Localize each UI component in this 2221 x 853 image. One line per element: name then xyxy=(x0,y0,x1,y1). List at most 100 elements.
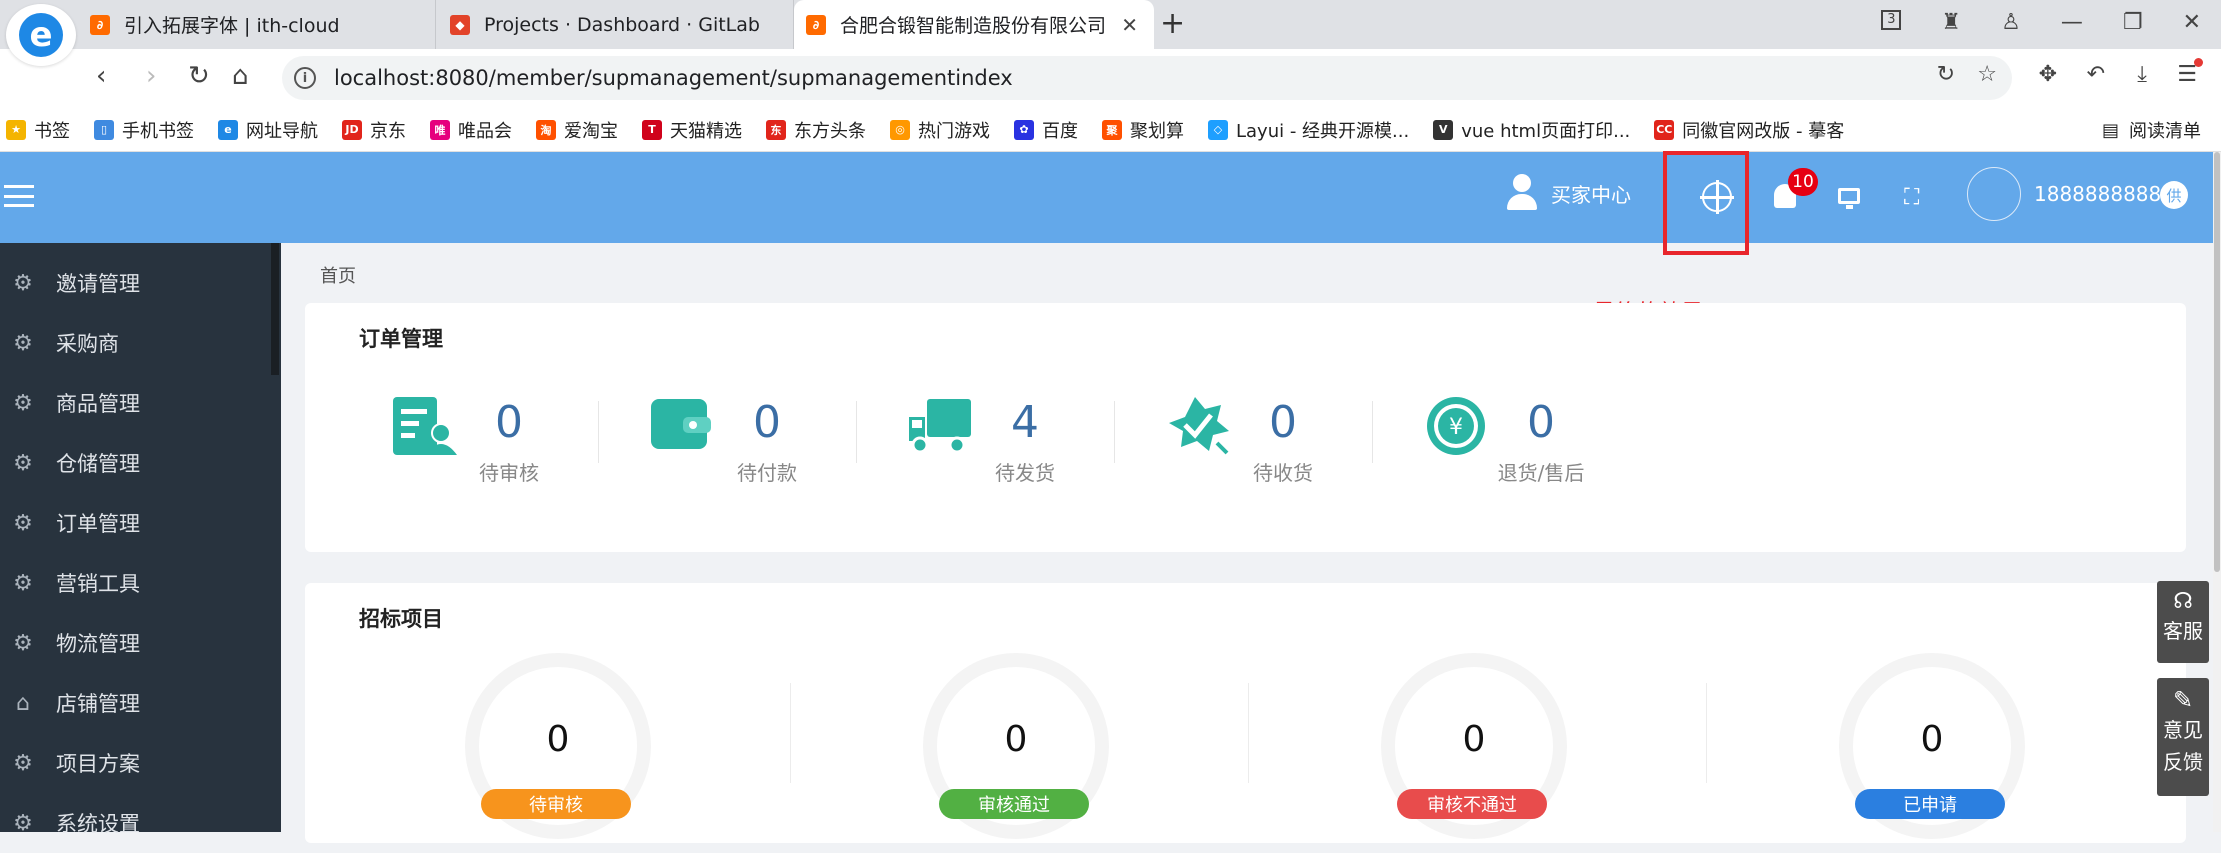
bookmarks-bar: ★ 书签 ▯ 手机书签 e 网址导航 JD 京东唯唯品会淘爱淘宝 T 天猫精选东东方头条 ◎ 热门游戏… xyxy=(0,108,2221,152)
monitor-icon[interactable] xyxy=(1838,188,1860,209)
sidebar-item-label: 邀请管理 xyxy=(56,272,140,296)
skin-icon[interactable]: ♙ xyxy=(2001,10,2021,35)
bookmark-item[interactable]: CC 同徽官网改版 - 摹客 xyxy=(1654,117,1844,143)
translate-icon[interactable]: ↻ xyxy=(1937,62,1955,87)
new-tab-button[interactable]: + xyxy=(1160,6,1185,41)
headset-icon: ☊ xyxy=(2173,589,2193,614)
tab-count-icon[interactable]: 3 xyxy=(1881,10,1902,30)
feedback-button[interactable]: ✎ 意见 反馈 xyxy=(2157,678,2209,796)
role-badge: 供 xyxy=(2160,181,2188,209)
breadcrumb[interactable]: 首页 xyxy=(320,262,356,288)
bookmark-label: vue html页面打印... xyxy=(1461,120,1631,142)
forward-icon[interactable]: › xyxy=(146,61,156,91)
home-icon: ⌂ xyxy=(16,690,30,716)
sidebar: ⚙ 邀请管理 ⚙ 采购商 ⚙ 商品管理 ⚙ 仓储管理 ⚙ 订单管理 ⚙ 营销工具 ⚙ 物流管理 ⌂ 店铺管理 ⚙… xyxy=(0,243,281,836)
window-close-icon[interactable]: ✕ xyxy=(2183,10,2201,35)
stat-divider xyxy=(856,401,857,463)
bookmark-item[interactable]: 淘爱淘宝 xyxy=(536,117,618,143)
sidebar-item[interactable]: ⚙ 仓储管理 xyxy=(0,433,270,493)
gear-icon: ⚙ xyxy=(13,570,33,596)
bookmark-item[interactable]: ✿ 百度 xyxy=(1014,117,1078,143)
sidebar-item[interactable]: ⚙ 采购商 xyxy=(0,313,270,373)
minimize-icon[interactable]: — xyxy=(2061,10,2083,35)
gauge-divider xyxy=(1706,683,1707,783)
bookmark-item[interactable]: e 网址导航 xyxy=(218,117,318,143)
back-icon[interactable]: ‹ xyxy=(96,61,106,91)
bookmark-item[interactable]: 聚聚划算 xyxy=(1102,117,1184,143)
review-icon xyxy=(391,395,457,457)
extensions-icon[interactable]: ✥ xyxy=(2039,62,2057,87)
tab-ith-cloud[interactable]: ∂ 引入拓展字体 | ith-cloud xyxy=(60,0,436,49)
download-icon[interactable]: ⤓ xyxy=(2137,62,2147,87)
bookmark-item[interactable]: ◎ 热门游戏 xyxy=(890,117,990,143)
order-stat-label: 退货/售后 xyxy=(1497,461,1585,485)
reading-list-button[interactable]: ▤ 阅读清单 xyxy=(2102,108,2201,152)
sidebar-scrollbar[interactable] xyxy=(271,243,279,375)
bookmark-label: 书签 xyxy=(34,120,70,142)
sidebar-item-label: 订单管理 xyxy=(56,512,140,536)
bookmark-item[interactable]: 唯唯品会 xyxy=(430,117,512,143)
fullscreen-icon[interactable]: ⛶ xyxy=(1904,187,1926,209)
customer-service-label: 客服 xyxy=(2163,619,2203,643)
bookmark-star-icon[interactable]: ☆ xyxy=(1977,62,1997,87)
sidebar-item[interactable]: ⚙ 邀请管理 xyxy=(0,253,270,313)
reload-icon[interactable]: ↻ xyxy=(188,61,210,91)
bid-gauge[interactable]: 0 待审核 xyxy=(463,653,653,839)
gear-icon: ⚙ xyxy=(13,630,33,656)
sidebar-item[interactable]: ⚙ 物流管理 xyxy=(0,613,270,673)
menu-icon[interactable]: ☰ xyxy=(2177,58,2203,87)
tmall-icon: T xyxy=(642,119,662,140)
feedback-label-line1: 意见 xyxy=(2163,718,2203,742)
customer-service-button[interactable]: ☊ 客服 xyxy=(2157,581,2209,663)
scrollbar-thumb[interactable] xyxy=(2214,152,2220,572)
site-info-icon[interactable]: i xyxy=(294,67,316,89)
browser-logo[interactable]: e xyxy=(6,4,76,66)
order-stat[interactable]: ¥0 退货/售后 xyxy=(1407,395,1773,505)
bid-projects-card: 招标项目 0 待审核 0 审核通过 0 审核不通过 0 已申请 xyxy=(305,583,2186,843)
home-icon[interactable]: ⌂ xyxy=(232,61,249,91)
menu-toggle-icon[interactable] xyxy=(4,185,34,207)
sidebar-item-label: 项目方案 xyxy=(56,752,140,776)
gauge-status-pill: 审核通过 xyxy=(939,789,1089,819)
bookmark-item[interactable]: T 天猫精选 xyxy=(642,117,742,143)
avatar[interactable] xyxy=(1967,167,2021,221)
user-phone[interactable]: 18888888888 xyxy=(2034,182,2174,206)
tab-gitlab[interactable]: ◆ Projects · Dashboard · GitLab xyxy=(436,0,794,49)
bookmark-item[interactable]: 东东方头条 xyxy=(766,117,866,143)
gauge-value: 0 xyxy=(1004,719,1028,760)
gauge-status-pill: 待审核 xyxy=(481,789,631,819)
bookmark-item[interactable]: Vvue html页面打印... xyxy=(1433,117,1630,143)
page-scrollbar[interactable] xyxy=(2213,152,2221,832)
bid-gauge[interactable]: 0 审核通过 xyxy=(921,653,1111,839)
ith-cloud-icon: ∂ xyxy=(90,14,110,35)
url-field[interactable]: i localhost:8080/member/supmanagement/su… xyxy=(282,56,2012,100)
bookmark-item[interactable]: ◇ Layui - 经典开源模... xyxy=(1208,117,1409,143)
stat-divider xyxy=(598,401,599,463)
sidebar-item[interactable]: ⚙ 项目方案 xyxy=(0,733,270,793)
bookmark-label: 同徽官网改版 - 摹客 xyxy=(1682,120,1845,142)
buyer-center-link[interactable]: 买家中心 xyxy=(1505,174,1631,212)
bookmark-item[interactable]: JD 京东 xyxy=(342,117,406,143)
game-center-icon[interactable]: ♜ xyxy=(1941,10,1961,35)
bookmark-label: 百度 xyxy=(1042,120,1078,142)
tab-title: Projects · Dashboard · GitLab xyxy=(484,13,760,36)
highlight-box xyxy=(1663,151,1749,255)
undo-icon[interactable]: ↶ xyxy=(2087,62,2105,87)
browser-tab-bar: ∂ 引入拓展字体 | ith-cloud ◆ Projects · Dashbo… xyxy=(0,0,2221,49)
bid-gauge[interactable]: 0 已申请 xyxy=(1837,653,2027,839)
vue-icon: V xyxy=(1433,119,1454,140)
feedback-label-line2: 反馈 xyxy=(2163,750,2203,774)
sidebar-item[interactable]: ⚙ 订单管理 xyxy=(0,493,270,553)
sidebar-item[interactable]: ⌂ 店铺管理 xyxy=(0,673,270,733)
bookmark-item[interactable]: ▯ 手机书签 xyxy=(94,117,194,143)
receive-icon xyxy=(1165,395,1231,457)
sidebar-item[interactable]: ⚙ 系统设置 xyxy=(0,793,270,853)
restore-icon[interactable]: ❐ xyxy=(2123,10,2143,35)
bookmark-item[interactable]: ★ 书签 xyxy=(6,117,70,143)
sidebar-item[interactable]: ⚙ 营销工具 xyxy=(0,553,270,613)
tab-company[interactable]: ∂ 合肥合锻智能制造股份有限公司 ✕ xyxy=(794,0,1154,49)
close-icon[interactable]: ✕ xyxy=(1121,13,1138,37)
jd-icon: JD xyxy=(342,119,362,140)
bid-gauge[interactable]: 0 审核不通过 xyxy=(1379,653,1569,839)
sidebar-item[interactable]: ⚙ 商品管理 xyxy=(0,373,270,433)
